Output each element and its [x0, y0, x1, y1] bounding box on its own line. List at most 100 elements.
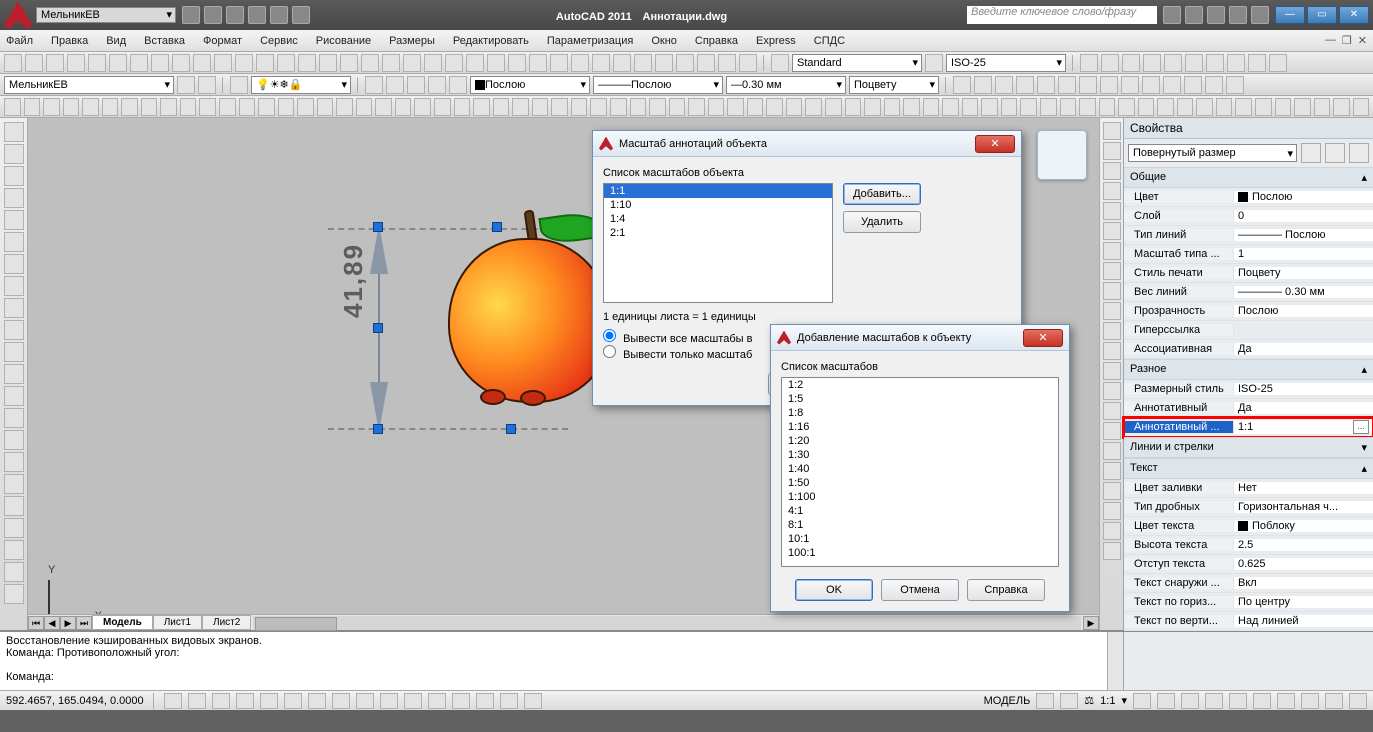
menu-modify[interactable]: Редактировать: [453, 35, 529, 47]
toolbar-button[interactable]: [1333, 98, 1350, 116]
toolbar-button[interactable]: [1099, 98, 1116, 116]
toolbar-button[interactable]: [434, 98, 451, 116]
scale-list-item[interactable]: 1:4: [604, 212, 832, 226]
status-toggle-button[interactable]: [500, 693, 518, 709]
toolbar-button[interactable]: [805, 98, 822, 116]
qat-save-icon[interactable]: [226, 6, 244, 24]
status-toggle-button[interactable]: [476, 693, 494, 709]
available-scales-listbox[interactable]: 1:21:51:81:161:201:301:401:501:1004:18:1…: [781, 377, 1059, 567]
dialog-close-button[interactable]: ✕: [1023, 329, 1063, 347]
draw-tool-button[interactable]: [4, 364, 24, 384]
toolbar-button[interactable]: [688, 98, 705, 116]
layer-dropdown[interactable]: МельникЕВ: [4, 76, 174, 94]
property-row[interactable]: Гиперссылка: [1124, 321, 1373, 340]
toolbar-button[interactable]: [697, 54, 715, 72]
draw-tool-button[interactable]: [4, 496, 24, 516]
text-style-icon[interactable]: [771, 54, 789, 72]
model-space-label[interactable]: МОДЕЛЬ: [984, 695, 1031, 707]
toolbar-button[interactable]: [414, 98, 431, 116]
toolbar-button[interactable]: [551, 98, 568, 116]
key-icon[interactable]: [1185, 6, 1203, 24]
toolbar-button[interactable]: [319, 54, 337, 72]
menu-view[interactable]: Вид: [106, 35, 126, 47]
utility-button[interactable]: [1103, 442, 1121, 460]
tab-model[interactable]: Модель: [92, 615, 153, 630]
delete-scale-button[interactable]: Удалить: [843, 211, 921, 233]
status-button[interactable]: [1133, 693, 1151, 709]
toolbar-button[interactable]: [1314, 98, 1331, 116]
toolbar-button[interactable]: [1235, 98, 1252, 116]
select-objects-button[interactable]: [1325, 143, 1345, 163]
exchange-icon[interactable]: [1207, 6, 1225, 24]
command-scrollbar[interactable]: [1107, 632, 1123, 690]
utility-button[interactable]: [1103, 142, 1121, 160]
status-toggle-button[interactable]: [308, 693, 326, 709]
category-general[interactable]: Общие▴: [1124, 167, 1373, 188]
anno-scale-icon[interactable]: ⚖: [1084, 694, 1094, 707]
scale-list-item[interactable]: 1:10: [604, 198, 832, 212]
property-row[interactable]: Аннотативный ...1:1…: [1124, 418, 1373, 437]
scale-list-item[interactable]: 1:1: [604, 184, 832, 198]
property-row[interactable]: ПрозрачностьПослою: [1124, 302, 1373, 321]
text-style-dropdown[interactable]: Standard: [792, 54, 922, 72]
toolbar-button[interactable]: [739, 54, 757, 72]
property-row[interactable]: ЦветПослою: [1124, 188, 1373, 207]
help-icon[interactable]: [1251, 6, 1269, 24]
dim-style-icon[interactable]: [925, 54, 943, 72]
status-toggle-button[interactable]: [164, 693, 182, 709]
draw-tool-button[interactable]: [4, 232, 24, 252]
toolbar-button[interactable]: [121, 98, 138, 116]
scale-list-item[interactable]: 1:100: [782, 490, 1058, 504]
toolbar-button[interactable]: [1020, 98, 1037, 116]
toolbar-button[interactable]: [403, 54, 421, 72]
status-toggle-button[interactable]: [332, 693, 350, 709]
menu-insert[interactable]: Вставка: [144, 35, 185, 47]
menu-help[interactable]: Справка: [695, 35, 738, 47]
toolbar-button[interactable]: [1037, 76, 1055, 94]
toolbar-button[interactable]: [550, 54, 568, 72]
toolbar-button[interactable]: [473, 98, 490, 116]
property-row[interactable]: АннотативныйДа: [1124, 399, 1373, 418]
tab-layout1[interactable]: Лист1: [153, 615, 202, 630]
toolbar-button[interactable]: [493, 98, 510, 116]
qat-print-icon[interactable]: [292, 6, 310, 24]
property-row[interactable]: Текст по верти...Над линией: [1124, 612, 1373, 631]
scale-list-item[interactable]: 1:30: [782, 448, 1058, 462]
toolbar-button[interactable]: [942, 98, 959, 116]
scale-list-item[interactable]: 1:50: [782, 476, 1058, 490]
toolbar-button[interactable]: [962, 98, 979, 116]
utility-button[interactable]: [1103, 362, 1121, 380]
toolbar-button[interactable]: [1080, 54, 1098, 72]
status-toggle-button[interactable]: [404, 693, 422, 709]
toolbar-button[interactable]: [634, 54, 652, 72]
utility-button[interactable]: [1103, 322, 1121, 340]
toolbar-button[interactable]: [1016, 76, 1034, 94]
toolbar-button[interactable]: [382, 54, 400, 72]
toolbar-button[interactable]: [193, 54, 211, 72]
utility-button[interactable]: [1103, 242, 1121, 260]
scroll-right-button[interactable]: ▶: [1083, 616, 1099, 630]
scale-list-item[interactable]: 1:5: [782, 392, 1058, 406]
toolbar-button[interactable]: [25, 54, 43, 72]
toolbar-button[interactable]: [630, 98, 647, 116]
toolbar-button[interactable]: [1101, 54, 1119, 72]
toolbar-button[interactable]: [4, 54, 22, 72]
menu-dimension[interactable]: Размеры: [389, 35, 435, 47]
status-toggle-button[interactable]: [236, 693, 254, 709]
toolbar-button[interactable]: [365, 76, 383, 94]
utility-button[interactable]: [1103, 402, 1121, 420]
property-row[interactable]: Текст снаружи ...Вкл: [1124, 574, 1373, 593]
status-toggle-button[interactable]: [452, 693, 470, 709]
draw-tool-button[interactable]: [4, 584, 24, 604]
browse-button[interactable]: …: [1353, 420, 1369, 434]
toolbar-button[interactable]: [613, 54, 631, 72]
toolbar-button[interactable]: [1196, 98, 1213, 116]
toolbar-button[interactable]: [336, 98, 353, 116]
toolbar-button[interactable]: [1255, 98, 1272, 116]
category-lines[interactable]: Линии и стрелки▾: [1124, 437, 1373, 458]
toolbar-button[interactable]: [953, 76, 971, 94]
scale-list-item[interactable]: 1:2: [782, 378, 1058, 392]
toolbar-button[interactable]: [1122, 54, 1140, 72]
toolbar-button[interactable]: [1227, 54, 1245, 72]
category-text[interactable]: Текст▴: [1124, 458, 1373, 479]
